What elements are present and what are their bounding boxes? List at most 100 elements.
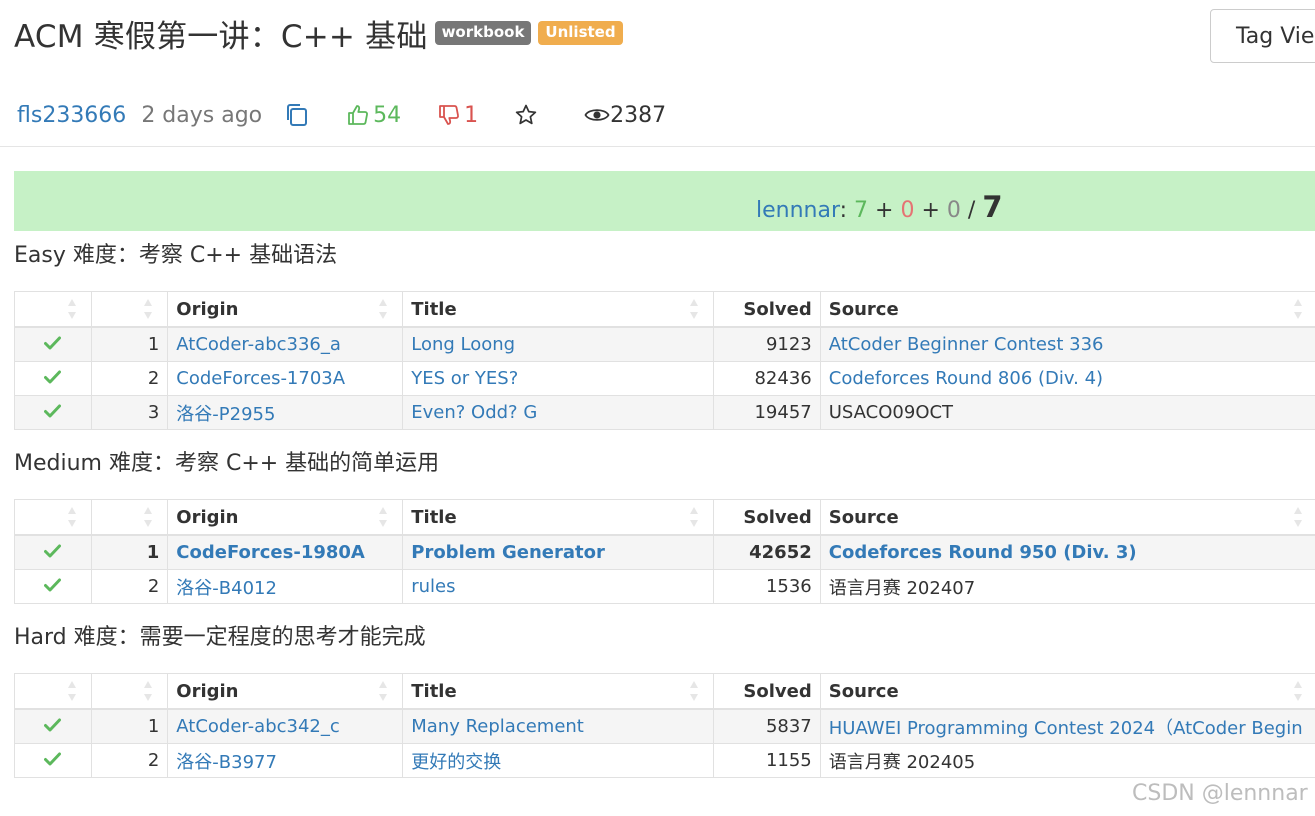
source-cell: HUAWEI Programming Contest 2024（AtCoder … [819, 708, 1315, 744]
origin-cell: 洛谷-B4012 [167, 569, 404, 604]
status-cell [14, 326, 92, 362]
upvote-button[interactable]: 54 [346, 103, 401, 128]
header-divider [0, 146, 1315, 147]
downvote-count: 1 [464, 102, 479, 128]
origin-cell: 洛谷-B3977 [167, 743, 404, 778]
column-header[interactable]: Source [819, 291, 1315, 328]
origin-link[interactable]: AtCoder-abc336_a [176, 334, 341, 355]
tag-view-button[interactable]: Tag View [1210, 9, 1315, 63]
score-solved: 7 [854, 198, 869, 223]
solved-count-cell: 19457 [712, 395, 821, 430]
table-row: 2 CodeForces-1703A YES or YES? 82436 Codefor… [14, 361, 1315, 396]
problem-title-link[interactable]: rules [411, 576, 455, 597]
column-header[interactable]: Solved [712, 499, 821, 536]
source-link[interactable]: HUAWEI Programming Contest 2024（AtCoder … [829, 718, 1303, 739]
star-icon[interactable] [514, 103, 538, 127]
column-header-label: Title [411, 506, 457, 528]
column-header[interactable]: Title [402, 499, 714, 536]
score-user-link[interactable]: lennnar [756, 198, 840, 223]
origin-link[interactable]: CodeForces-1703A [176, 368, 345, 389]
column-header[interactable] [14, 291, 92, 328]
source-cell: AtCoder Beginner Contest 336 [819, 326, 1315, 362]
problem-title-link[interactable]: Problem Generator [411, 542, 605, 563]
score-colon: : [839, 198, 848, 223]
column-header-label: Source [828, 298, 899, 320]
column-header-label: Origin [176, 680, 239, 702]
column-header[interactable]: Origin [167, 291, 404, 328]
problem-title-link[interactable]: Many Replacement [411, 716, 584, 737]
index-cell: 1 [90, 534, 169, 570]
copy-icon[interactable] [284, 102, 310, 128]
origin-link[interactable]: 洛谷-B4012 [176, 578, 277, 599]
problem-title-link[interactable]: 更好的交换 [411, 752, 501, 773]
check-icon [44, 718, 62, 732]
column-header[interactable] [14, 499, 92, 536]
problem-title-link[interactable]: Long Loong [411, 334, 515, 355]
meta-row: fls233666 2 days ago 54 1 2387 [17, 98, 666, 132]
source-text: 语言月赛 202405 [828, 751, 976, 773]
sort-arrows-icon [1293, 298, 1303, 320]
upvote-count: 54 [373, 102, 402, 128]
status-cell [14, 395, 92, 430]
origin-cell: CodeForces-1703A [167, 361, 404, 396]
column-header[interactable] [90, 291, 169, 328]
table-row: 1 CodeForces-1980A Problem Generator 42652 C… [14, 534, 1315, 570]
sort-arrows-icon [378, 680, 388, 702]
title-cell: 更好的交换 [402, 743, 714, 778]
thumbs-down-icon [439, 105, 460, 125]
origin-link[interactable]: 洛谷-B3977 [176, 752, 277, 773]
column-header[interactable]: Title [402, 291, 714, 328]
table-header-row: Origin Title Solved Source [14, 499, 1315, 536]
thumbs-up-icon [348, 105, 369, 125]
eye-icon [584, 109, 610, 121]
column-header-label: Title [411, 298, 457, 320]
source-link[interactable]: Codeforces Round 950 (Div. 3) [829, 542, 1137, 563]
origin-link[interactable]: AtCoder-abc342_c [176, 716, 340, 737]
status-cell [14, 569, 92, 604]
status-cell [14, 534, 92, 570]
column-header[interactable] [90, 499, 169, 536]
origin-link[interactable]: CodeForces-1980A [176, 542, 365, 563]
origin-link[interactable]: 洛谷-P2955 [176, 404, 275, 425]
column-header[interactable] [90, 673, 169, 710]
sort-arrows-icon [1293, 506, 1303, 528]
column-header[interactable]: Title [402, 673, 714, 710]
index-cell: 2 [90, 569, 169, 604]
check-icon [44, 370, 62, 384]
solved-count-cell: 9123 [712, 326, 821, 362]
column-header[interactable]: Origin [167, 673, 404, 710]
unlisted-badge: Unlisted [538, 21, 623, 45]
table-row: 2 洛谷-B4012 rules 1536 语言月赛 202407 [14, 569, 1315, 604]
status-cell [14, 708, 92, 744]
column-header[interactable] [14, 673, 92, 710]
column-header[interactable]: Source [819, 499, 1315, 536]
problem-title-link[interactable]: YES or YES? [411, 368, 518, 389]
column-header[interactable]: Solved [712, 673, 821, 710]
column-header[interactable]: Source [819, 673, 1315, 710]
check-icon [44, 404, 62, 418]
downvote-button[interactable]: 1 [437, 103, 478, 128]
column-header[interactable]: Solved [712, 291, 821, 328]
problem-table: Origin Title Solved Source 1 CodeForces-1980A… [14, 499, 1315, 604]
table-header-row: Origin Title Solved Source [14, 291, 1315, 328]
column-header-label: Source [828, 680, 899, 702]
source-text: USACO09OCT [828, 402, 954, 423]
view-count-group: 2387 [584, 103, 666, 128]
origin-cell: 洛谷-P2955 [167, 395, 404, 430]
status-cell [14, 743, 92, 778]
problem-title-link[interactable]: Even? Odd? G [411, 402, 537, 423]
author-link[interactable]: fls233666 [17, 103, 126, 128]
view-count: 2387 [610, 102, 667, 128]
column-header-label: Solved [743, 680, 812, 702]
column-header-label: Solved [743, 506, 812, 528]
table-row: 3 洛谷-P2955 Even? Odd? G 19457 USACO09OCT [14, 395, 1315, 430]
sort-arrows-icon [67, 680, 77, 702]
column-header-label: Title [411, 680, 457, 702]
source-link[interactable]: AtCoder Beginner Contest 336 [829, 334, 1104, 355]
column-header[interactable]: Origin [167, 499, 404, 536]
sort-arrows-icon [689, 506, 699, 528]
score-plus-1: + [875, 198, 894, 223]
source-text: 语言月赛 202407 [828, 577, 976, 599]
solved-count-cell: 5837 [712, 708, 821, 744]
source-link[interactable]: Codeforces Round 806 (Div. 4) [829, 368, 1103, 389]
